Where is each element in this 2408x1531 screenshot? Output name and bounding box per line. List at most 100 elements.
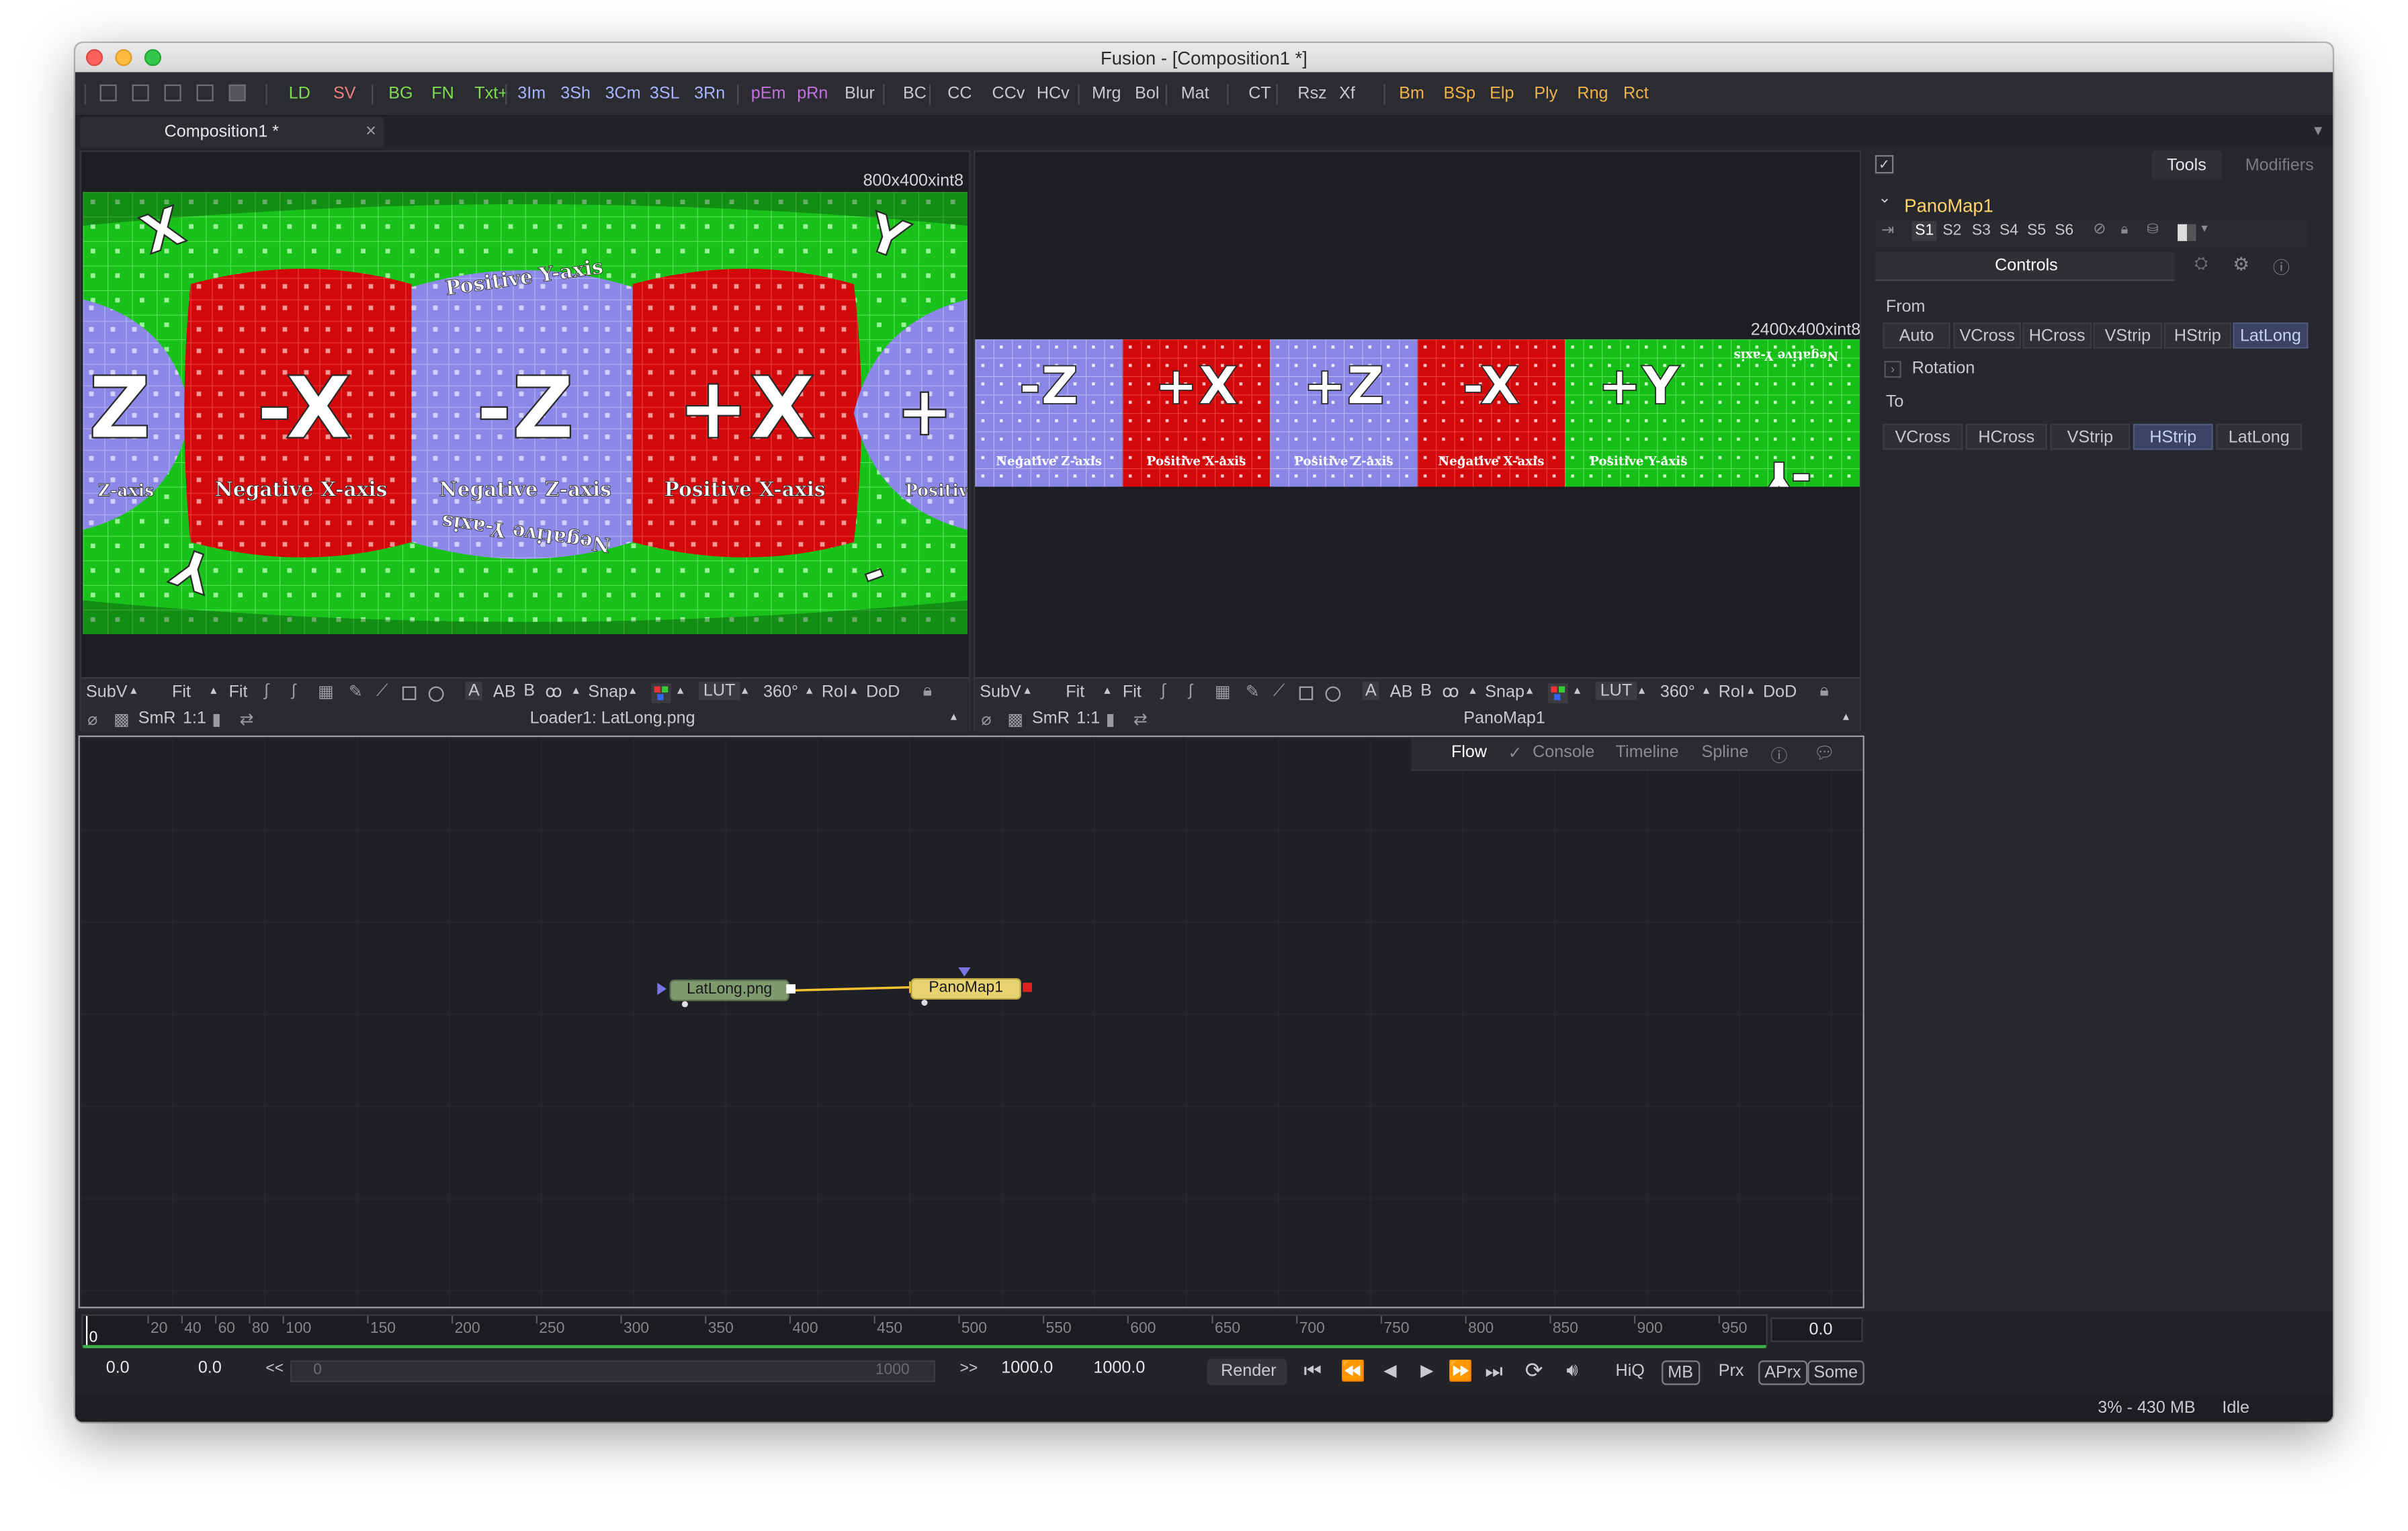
tool-button-ccv[interactable]: CCv [992,85,1025,103]
to-option-hstrip[interactable]: HStrip [2133,423,2213,450]
tool-button-bc[interactable]: BC [903,85,927,103]
loop-icon[interactable]: ⟳ [1525,1358,1543,1384]
play-icon[interactable]: ▶ [1420,1360,1433,1380]
range-back-button[interactable]: << [265,1360,284,1377]
tab-controls[interactable]: Controls [1875,251,2175,281]
global-end-field[interactable]: 1000.0 [1082,1358,1162,1383]
ellipse-icon[interactable] [1325,686,1341,702]
close-tab-icon[interactable]: × [366,120,376,141]
disable-icon[interactable]: ⊘ [2093,221,2106,238]
ellipse-icon[interactable] [428,686,444,702]
panel-toggle-checkbox[interactable]: ✓ [1875,155,1894,174]
grid-icon[interactable]: ▦ [318,682,334,701]
color-channel-button[interactable] [651,683,671,703]
pixel-grid-icon[interactable]: ⌀ [87,709,97,729]
slot-s1[interactable]: S1 [1911,221,1937,241]
current-frame-field[interactable]: 0.0 [1770,1317,1863,1342]
tool-button-sv[interactable]: SV [333,85,356,103]
tool-button-3sl[interactable]: 3SL [650,85,680,103]
info-icon[interactable]: ⓘ [2273,255,2290,279]
chevron-down-icon[interactable]: ▼ [2199,224,2210,235]
tool-button-3rn[interactable]: 3Rn [694,85,725,103]
pixel-grid-icon[interactable]: ⌀ [982,709,992,729]
grid-icon[interactable]: ▦ [1215,682,1231,701]
tool-button-rsz[interactable]: Rsz [1297,85,1326,103]
tab-composition1[interactable]: Composition1 * × [79,116,384,148]
checker-icon[interactable]: ▩ [1007,709,1023,729]
modifier-icon[interactable]: ⛭ [2194,255,2208,275]
stereo-icon[interactable]: ꝏ [1442,682,1459,701]
fit-button[interactable]: Fit [172,683,191,701]
start-time-field[interactable]: 0.0 [81,1358,161,1383]
subview-button[interactable]: SubV [980,683,1021,701]
smr-button[interactable]: SmR [1032,709,1070,728]
b-channel-button[interactable]: B [523,682,535,700]
tool-button-3sh[interactable]: 3Sh [560,85,591,103]
chevron-up-icon[interactable]: ▴ [951,709,957,724]
chevron-right-icon[interactable]: › [1884,361,1901,378]
tool-button-3cm[interactable]: 3Cm [605,85,641,103]
slot-s5[interactable]: S5 [2027,222,2046,239]
slot-s4[interactable]: S4 [2000,222,2018,239]
global-start-field[interactable]: 0.0 [173,1358,253,1383]
tool-button-rng[interactable]: Rng [1577,85,1608,103]
polyline-icon[interactable]: ∫ [264,682,269,700]
tool-button-rct[interactable]: Rct [1623,85,1649,103]
render-button[interactable]: Render [1207,1358,1287,1385]
layout-quad-icon[interactable] [196,84,214,101]
bspline-icon[interactable]: ʃ [1189,682,1193,700]
lock-icon[interactable]: 🔒︎ [923,682,932,702]
360-button[interactable]: 360° [1660,683,1695,701]
ratio-button[interactable]: 1:1 [1076,709,1100,728]
flow-view[interactable]: Flow ✓ Console Timeline Spline ⓘ 💬︎ LatL… [78,735,1864,1309]
color-swatch-icon[interactable] [2178,224,2196,241]
polyline-icon[interactable]: ∫ [1161,682,1166,700]
tool-button-txt[interactable]: Txt+ [474,85,508,103]
tab-tools[interactable]: Tools [2151,150,2223,180]
alpha-channel-button[interactable]: A [1362,681,1380,701]
to-option-vstrip[interactable]: VStrip [2050,423,2131,450]
from-option-latlong[interactable]: LatLong [2233,322,2309,349]
tool-button-bg[interactable]: BG [388,85,413,103]
ratio-button[interactable]: 1:1 [183,709,206,728]
prx-button[interactable]: Prx [1719,1362,1744,1380]
bspline-icon[interactable]: ʃ [292,682,296,700]
node-output-port[interactable] [786,984,796,994]
panomap-node[interactable]: PanoMap1 [910,977,1021,1000]
fit-button[interactable]: Fit [229,683,248,701]
viewer-left[interactable]: 800x400xint8 Z -X -Z +X + X Y Y - Negati… [79,150,971,733]
eyedropper-icon[interactable]: ✎ [1246,682,1260,701]
chevron-down-icon[interactable]: ⌄ [1878,190,1891,207]
lock-icon[interactable]: 🔒︎ [2121,221,2128,238]
slot-s6[interactable]: S6 [2055,222,2073,239]
time-ruler[interactable]: 20 40 60 80 100 150 200 250 300 350 400 450 500 550 60… [81,1314,1768,1348]
paint-icon[interactable]: ⟋ [376,682,388,702]
dod-button[interactable]: DoD [1763,683,1797,701]
cache-icon[interactable]: ⛁ [2147,221,2158,238]
audio-icon[interactable]: 🔊︎ [1566,1359,1578,1382]
color-channel-button[interactable] [1547,683,1568,703]
layout-split-icon[interactable] [132,84,149,101]
from-option-vstrip[interactable]: VStrip [2093,322,2163,349]
tool-button-mat[interactable]: Mat [1181,85,1209,103]
tool-button-bsp[interactable]: BSp [1444,85,1476,103]
tool-button-xf[interactable]: Xf [1339,85,1355,103]
fit-button[interactable]: Fit [1123,683,1142,701]
some-button[interactable]: Some [1807,1360,1864,1385]
slot-s3[interactable]: S3 [1972,222,1991,239]
tool-button-bol[interactable]: Bol [1135,85,1159,103]
b-channel-button[interactable]: B [1420,682,1432,700]
to-option-hcross[interactable]: HCross [1965,423,2047,450]
range-slider[interactable]: 0 1000 [290,1360,935,1383]
skip-to-start-icon[interactable]: ⏮ [1304,1359,1322,1384]
alpha-b-button[interactable]: ꓮB [1390,682,1413,701]
tool-button-blur[interactable]: Blur [845,85,875,103]
range-forward-button[interactable]: >> [960,1360,978,1377]
dod-button[interactable]: DoD [866,683,900,701]
from-option-auto[interactable]: Auto [1883,322,1950,349]
snap-button[interactable]: Snap [1485,683,1524,701]
from-option-hcross[interactable]: HCross [2022,322,2092,349]
pin-icon[interactable]: ⇥ [1881,222,1894,239]
layout-vertical-icon[interactable] [164,84,181,101]
histogram-icon[interactable]: ▮ [212,709,221,729]
